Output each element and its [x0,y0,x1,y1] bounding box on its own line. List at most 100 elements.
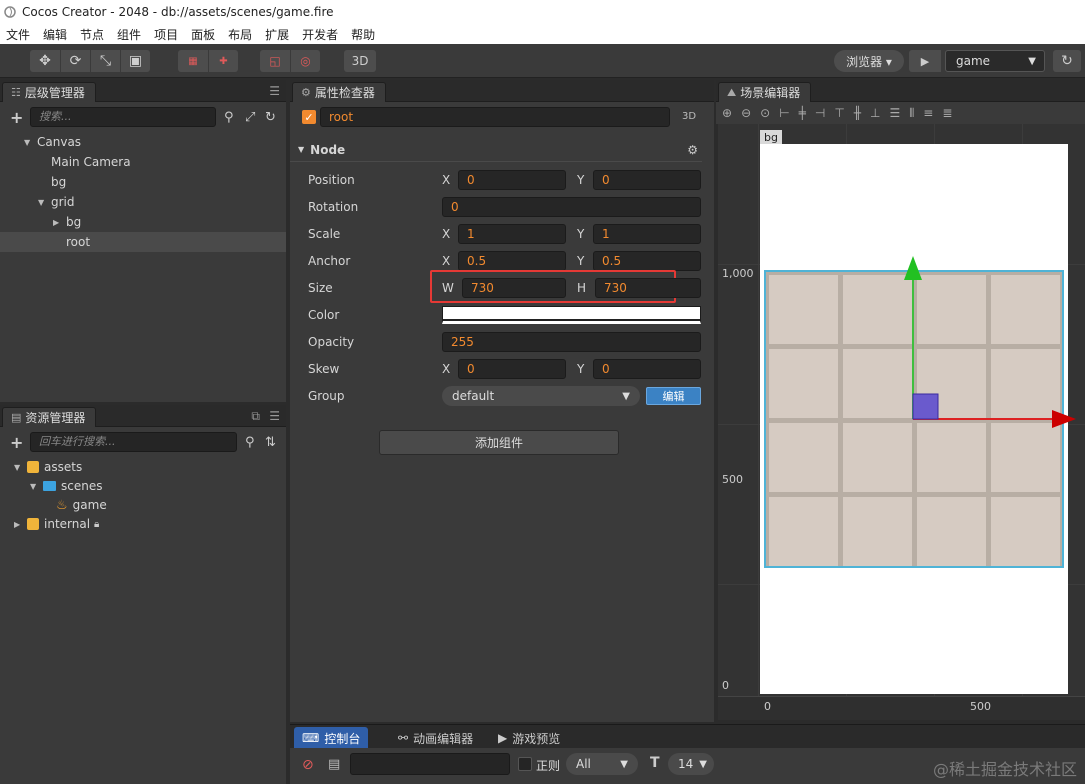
tree-item-canvas[interactable]: ▼ Canvas [0,132,286,152]
badge-3d[interactable]: 3D [682,111,696,122]
tab-animation-editor[interactable]: ⚯ 动画编辑器 [390,727,481,749]
node-active-checkbox[interactable]: ✓ [302,110,316,124]
size-width-input[interactable]: 730 [462,278,566,298]
skew-y-input[interactable]: 0 [593,359,701,379]
asset-item-assets[interactable]: ▼ assets [0,457,286,477]
align-middle-icon[interactable]: ╫ [854,106,861,120]
menu-developer[interactable]: 开发者 [302,26,338,43]
tab-scene-editor[interactable]: ⛰ 场景编辑器 [718,82,812,102]
toggle-3d-button[interactable]: 3D [344,50,376,72]
hierarchy-search-input[interactable]: 搜索... [30,107,216,127]
panel-menu-icon[interactable]: ☰ [269,409,280,423]
collapsed-arrow-icon[interactable]: ▶ [53,218,61,227]
position-y-input[interactable]: 0 [593,170,701,190]
tree-item-grid-bg[interactable]: ▶ bg [0,212,286,232]
tree-item-bg[interactable]: bg [0,172,286,192]
scene-viewport[interactable]: 1,000 500 0 0 500 bg [718,124,1085,720]
tree-item-root[interactable]: root [0,232,286,252]
distribute-v-icon[interactable]: ☰ [889,106,900,120]
scale-x-input[interactable]: 1 [458,224,566,244]
section-settings-icon[interactable]: ⚙ [687,143,698,157]
add-component-button[interactable]: 添加组件 [379,430,619,455]
menu-help[interactable]: 帮助 [351,26,375,43]
asset-item-scenes[interactable]: ▼ scenes [0,476,286,496]
align-right-icon[interactable]: ⊣ [815,106,825,120]
menu-panel[interactable]: 面板 [191,26,215,43]
collapse-icon[interactable]: ⤢ [245,110,255,125]
align-center-icon[interactable]: ╪ [799,106,806,120]
skew-x-input[interactable]: 0 [458,359,566,379]
anchor-x-input[interactable]: 0.5 [458,251,566,271]
expanded-arrow-icon[interactable]: ▼ [38,198,46,207]
tab-inspector[interactable]: ⚙ 属性检查器 [292,82,386,102]
pivot-mode-icon[interactable]: ▦ [178,50,208,72]
clear-console-icon[interactable]: ⊘ [302,757,314,773]
move-tool-icon[interactable]: ✥ [30,50,60,72]
menu-edit[interactable]: 编辑 [43,26,67,43]
tab-game-preview[interactable]: ▶ 游戏预览 [490,727,568,749]
add-node-icon[interactable]: + [10,108,23,127]
log-level-select[interactable]: All ▼ [566,753,638,775]
move-gizmo[interactable] [718,124,1085,720]
coordinate-mode-icon[interactable]: ✚ [208,50,238,72]
menu-file[interactable]: 文件 [6,26,30,43]
distribute-bottom-icon[interactable]: ≣ [942,106,952,120]
scale-tool-icon[interactable]: ⤡ [90,50,120,72]
zoom-reset-icon[interactable]: ⊙ [760,106,770,120]
search-icon[interactable]: ⚲ [245,435,255,450]
asset-item-game[interactable]: ♨ game [0,495,286,515]
expanded-arrow-icon[interactable]: ▼ [30,482,38,491]
align-top-icon[interactable]: ⊤ [834,106,844,120]
size-height-input[interactable]: 730 [595,278,701,298]
regex-checkbox[interactable] [518,757,532,771]
tab-hierarchy[interactable]: ☷ 层级管理器 [2,82,96,102]
position-x-input[interactable]: 0 [458,170,566,190]
open-log-icon[interactable]: ▤ [328,757,340,772]
collapsed-arrow-icon[interactable]: ▶ [14,520,22,529]
distribute-top-icon[interactable]: ≡ [923,106,933,120]
refresh-hierarchy-icon[interactable]: ↻ [265,110,276,125]
popout-icon[interactable]: ⧉ [251,409,260,424]
tree-item-grid[interactable]: ▼ grid [0,192,286,212]
group-select[interactable]: default ▼ [442,386,640,406]
anchor-y-input[interactable]: 0.5 [593,251,701,271]
menu-component[interactable]: 组件 [117,26,141,43]
node-name-input[interactable]: root [320,107,670,127]
play-icon[interactable]: ▶ [909,50,941,72]
rotation-input[interactable]: 0 [442,197,701,217]
scale-y-input[interactable]: 1 [593,224,701,244]
distribute-h-icon[interactable]: ⫴ [909,106,914,121]
add-asset-icon[interactable]: + [10,433,23,452]
expanded-arrow-icon[interactable]: ▼ [24,138,32,147]
menu-project[interactable]: 项目 [154,26,178,43]
menu-node[interactable]: 节点 [80,26,104,43]
align-bottom-icon[interactable]: ⊥ [870,106,880,120]
menu-extension[interactable]: 扩展 [265,26,289,43]
align-left-icon[interactable]: ⊢ [779,106,789,120]
scene-select[interactable]: game ▼ [945,50,1045,72]
search-icon[interactable]: ⚲ [224,110,234,125]
zoom-in-icon[interactable]: ⊕ [722,106,732,120]
font-size-select[interactable]: 14 ▼ [668,753,714,775]
rect-tool-icon[interactable]: ▣ [120,50,150,72]
tab-console[interactable]: ⌨ 控制台 [294,727,369,749]
rotate-tool-icon[interactable]: ⟳ [60,50,90,72]
tree-item-main-camera[interactable]: Main Camera [0,152,286,172]
expanded-arrow-icon[interactable]: ▼ [14,463,22,472]
color-swatch[interactable] [442,306,701,324]
asset-item-internal[interactable]: ▶ internal 🔒︎ [0,514,286,534]
zoom-out-icon[interactable]: ⊖ [741,106,751,120]
refresh-icon[interactable]: ↻ [1053,50,1081,72]
menu-layout[interactable]: 布局 [228,26,252,43]
assets-search-input[interactable]: 回车进行搜索... [30,432,237,452]
preview-browser-button[interactable]: 浏览器 ▾ [834,50,904,72]
console-filter-input[interactable] [350,753,510,775]
sort-icon[interactable]: ⇅ [265,435,276,450]
snap-rect-icon[interactable]: ◱ [260,50,290,72]
node-section-header[interactable]: ▼ Node ⚙ [290,138,702,162]
panel-menu-icon[interactable]: ☰ [269,84,280,98]
snap-target-icon[interactable]: ◎ [290,50,320,72]
tab-assets[interactable]: ▤ 资源管理器 [2,407,97,427]
group-edit-button[interactable]: 编辑 [646,387,701,405]
opacity-input[interactable]: 255 [442,332,701,352]
